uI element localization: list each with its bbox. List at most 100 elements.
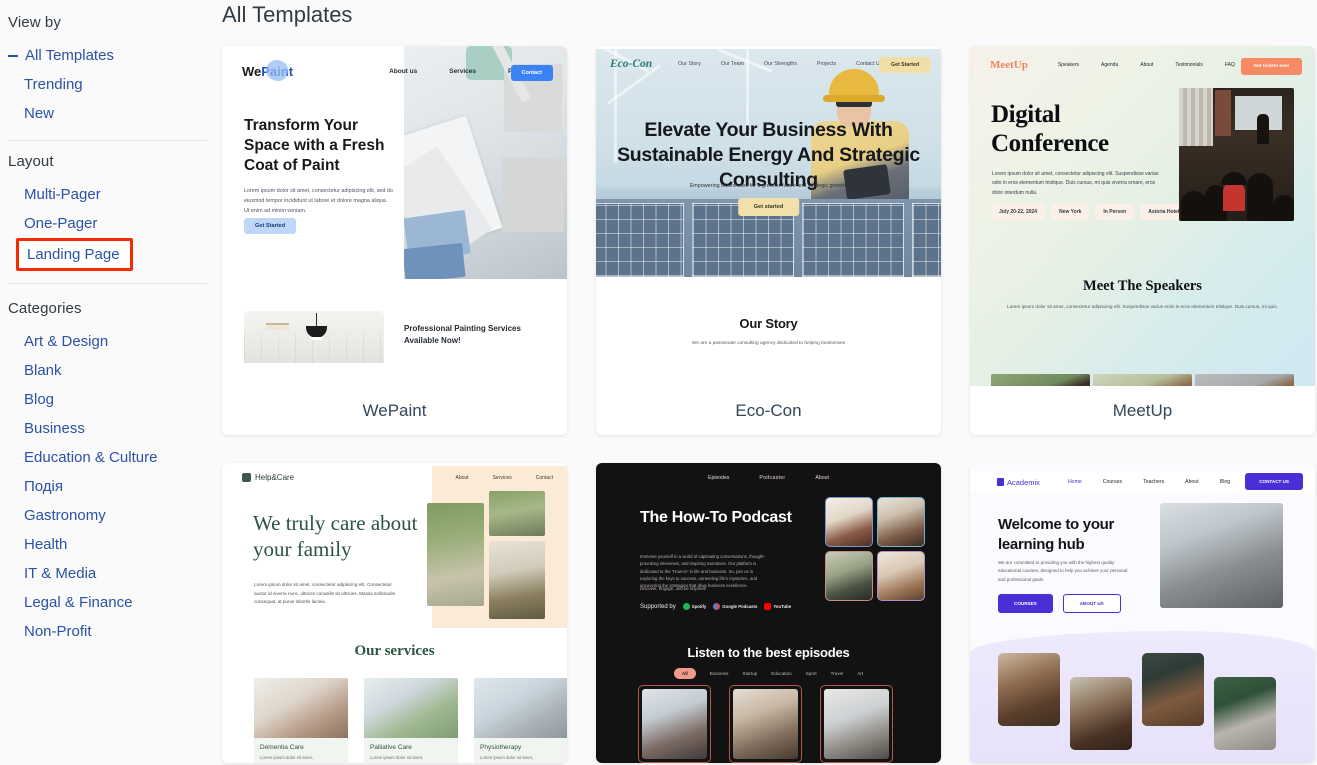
template-card-wepaint[interactable]: WePaint About us Services Projects Conta… <box>222 46 567 435</box>
podcaster-section-title: Listen to the best episodes <box>687 645 850 660</box>
helpcare-nav-contact: Contact <box>535 475 553 481</box>
academix-nav-links: Home Courses Teachers About Blog <box>1068 479 1230 485</box>
sidebar-item-all-templates[interactable]: All Templates <box>0 41 215 70</box>
helpcare-service-card: Dementia Care Lorem ipsum dolor sit amet… <box>254 678 348 763</box>
academix-body: We are committed to providing you with t… <box>998 560 1128 582</box>
ecocon-nav-our-team: Our Team <box>720 61 745 67</box>
host-thumbnail <box>825 497 873 547</box>
sidebar-item-it-media[interactable]: IT & Media <box>0 559 215 588</box>
academix-nav-about: About <box>1185 479 1199 485</box>
sidebar-item-education-culture[interactable]: Education & Culture <box>0 443 215 472</box>
wepaint-second-section: Professional Painting Services Available… <box>222 311 567 363</box>
academix-hero-photo <box>1160 503 1283 608</box>
meetup-speaker-photos <box>991 374 1294 386</box>
template-name-eco-con: Eco-Con <box>596 386 941 435</box>
service-desc: Lorem ipsum dolor sit amet, <box>480 755 534 760</box>
meetup-speakers-section: Meet The Speakers Lorem ipsum dolor sit … <box>970 278 1315 311</box>
service-title: Physiotherapy <box>480 744 522 751</box>
sidebar-item-non-profit[interactable]: Non-Profit <box>0 617 215 646</box>
template-card-eco-con[interactable]: Eco-Con Our Story Our Team Our Strengths… <box>596 46 941 435</box>
meetup-nav-cta: Get tickets now <box>1240 58 1302 75</box>
sidebar-item-multi-pager[interactable]: Multi-Pager <box>0 180 215 209</box>
episode-tab-education: Education <box>771 671 792 676</box>
sidebar-item-trending[interactable]: Trending <box>0 70 215 99</box>
sidebar-item-legal-finance[interactable]: Legal & Finance <box>0 588 215 617</box>
template-card-meetup[interactable]: MeetUp Speakers Agenda About Testimonial… <box>970 46 1315 435</box>
speaker-photo <box>1093 374 1192 386</box>
wepaint-logo-primary: We <box>242 63 262 79</box>
episode-card <box>729 685 802 763</box>
sidebar-item-new[interactable]: New <box>0 99 215 128</box>
template-preview-podcaster: Episodes Podcaster About The How-To Podc… <box>596 463 941 763</box>
academix-logo: Academix <box>997 478 1040 487</box>
youtube-icon <box>764 603 772 610</box>
template-name-meetup: MeetUp <box>970 386 1315 435</box>
sidebar-heading-categories: Categories <box>8 300 82 317</box>
template-card-helpcare[interactable]: Help&Care About Services Contact We trul… <box>222 463 567 763</box>
template-preview-meetup: MeetUp Speakers Agenda About Testimonial… <box>970 46 1315 386</box>
template-card-academix[interactable]: Academix Home Courses Teachers About Blo… <box>970 463 1315 763</box>
sidebar-item-gastronomy[interactable]: Gastronomy <box>0 501 215 530</box>
academix-nav: Academix Home Courses Teachers About Blo… <box>970 471 1315 493</box>
episode-tab-travel: Travel <box>830 671 844 676</box>
ecocon-nav-our-story: Our Story <box>678 61 701 67</box>
academix-nav-teachers: Teachers <box>1143 479 1165 485</box>
meetup-nav-faq: FAQ <box>1224 62 1235 68</box>
google-podcasts-badge: Google Podcasts <box>713 603 757 610</box>
meetup-nav-speakers: Speakers <box>1057 62 1079 68</box>
meetup-nav-links: Speakers Agenda About Testimonials FAQ <box>1058 62 1235 68</box>
ecocon-story-section: Our Story We are a passionate consulting… <box>596 316 941 348</box>
template-card-podcaster[interactable]: Episodes Podcaster About The How-To Podc… <box>596 463 941 763</box>
spotify-icon <box>682 603 690 610</box>
ecocon-logo: Eco-Con <box>610 58 653 70</box>
sidebar-item-blog[interactable]: Blog <box>0 385 215 414</box>
sidebar-item-one-pager[interactable]: One-Pager <box>0 209 215 238</box>
ecocon-nav: Eco-Con Our Story Our Team Our Strengths… <box>596 54 941 74</box>
sidebar-layout-list: Multi-Pager One-Pager Landing Page <box>0 180 215 271</box>
template-preview-eco-con: Eco-Con Our Story Our Team Our Strengths… <box>596 46 941 386</box>
spotify-badge: Spotify <box>682 603 706 610</box>
meetup-nav-agenda: Agenda <box>1101 62 1119 68</box>
book-icon <box>997 478 1004 486</box>
helpcare-photo <box>489 541 545 619</box>
academix-cta-row: COURSES ABOUT US <box>998 594 1121 613</box>
template-grid: WePaint About us Services Projects Conta… <box>215 46 1317 763</box>
teacher-photo <box>998 653 1060 726</box>
sidebar-item-landing-page-wrapper: Landing Page <box>0 238 215 271</box>
template-preview-wepaint: WePaint About us Services Projects Conta… <box>222 46 567 386</box>
sidebar-view-list: All Templates Trending New <box>0 41 215 128</box>
speaker-photo <box>991 374 1090 386</box>
wepaint-headline: Transform Your Space with a Fresh Coat o… <box>244 117 385 174</box>
helpcare-logo-text: Help&Care <box>255 473 295 482</box>
sidebar-item-blank[interactable]: Blank <box>0 356 215 385</box>
podcaster-nav-about: About <box>815 475 829 481</box>
sidebar-item-art-design[interactable]: Art & Design <box>0 327 215 356</box>
helpcare-nav-about: About <box>455 475 469 481</box>
sidebar-divider-2 <box>8 283 207 284</box>
sidebar-item-health[interactable]: Health <box>0 530 215 559</box>
page-title: All Templates <box>222 2 353 27</box>
sidebar-item-business[interactable]: Business <box>0 414 215 443</box>
care-mark-icon <box>242 473 251 482</box>
meetup-hero-photo <box>1179 88 1294 221</box>
podcaster-host-thumbnails <box>825 497 925 601</box>
host-thumbnail <box>825 551 873 601</box>
helpcare-service-cards: Dementia Care Lorem ipsum dolor sit amet… <box>254 678 567 763</box>
host-thumbnail <box>877 497 925 547</box>
helpcare-body: Lorem ipsum dolor sit amet, consectetur … <box>254 582 396 605</box>
wepaint-nav-about: About us <box>389 67 418 75</box>
meetup-tag-date: July 20-22, 2024 <box>991 204 1046 220</box>
ecocon-nav-our-strengths: Our Strengths <box>764 61 797 67</box>
meetup-nav-about: About <box>1140 62 1154 68</box>
ecocon-headline: Elevate Your Business With Sustainable E… <box>617 119 920 191</box>
sidebar-item-landing-page[interactable]: Landing Page <box>16 238 133 271</box>
helpcare-headline: We truly care about your family <box>253 511 418 561</box>
collapse-dash-icon <box>8 54 18 57</box>
meetup-tag-list: July 20-22, 2024 New York In Person Asto… <box>991 204 1188 220</box>
academix-logo-text: Academix <box>1007 477 1040 487</box>
sidebar-item-label: All Templates <box>25 47 114 64</box>
host-thumbnail <box>877 551 925 601</box>
meetup-body: Lorem ipsum dolor sit amet, consectetur … <box>992 171 1159 196</box>
sidebar-item-podiya[interactable]: Подія <box>0 472 215 501</box>
meetup-section-title: Meet The Speakers <box>1083 278 1202 294</box>
